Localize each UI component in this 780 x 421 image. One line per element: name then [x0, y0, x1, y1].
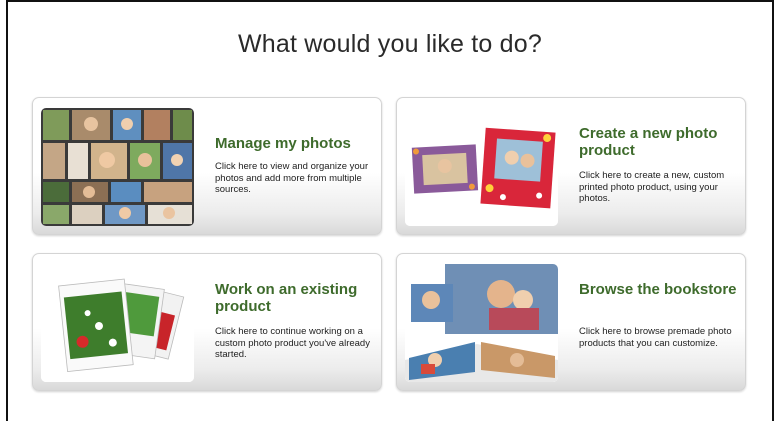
card-title: Work on an existing product	[215, 281, 358, 315]
card-description: Click here to create a new, custom print…	[579, 170, 725, 204]
photo-books-image	[405, 264, 558, 382]
browse-bookstore-card[interactable]: Browse the bookstore Click here to brows…	[396, 253, 746, 391]
existing-product-card[interactable]: Work on an existing product Click here t…	[32, 253, 382, 391]
card-description: Click here to browse premade photo produ…	[579, 326, 732, 349]
card-title: Create a new photo product	[579, 125, 718, 159]
card-description: Click here to continue working on a cust…	[215, 326, 370, 360]
manage-photos-card[interactable]: Manage my photos Click here to view and …	[32, 97, 382, 235]
photo-cards-stack-image	[41, 264, 194, 382]
page-title: What would you like to do?	[238, 30, 542, 58]
create-photo-product-card[interactable]: Create a new photo product Click here to…	[396, 97, 746, 235]
card-description: Click here to view and organize your pho…	[215, 161, 369, 195]
card-title: Manage my photos	[215, 135, 351, 152]
card-title: Browse the bookstore	[579, 281, 737, 298]
photo-frames-image	[405, 108, 558, 226]
photo-collage-image	[41, 108, 194, 226]
